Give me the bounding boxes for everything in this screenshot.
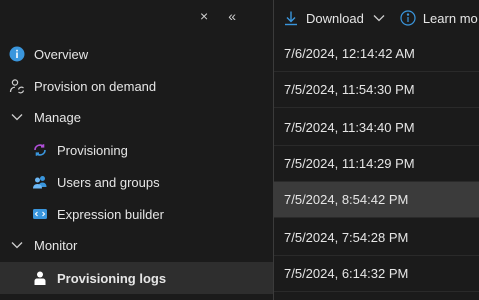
log-row[interactable]: 7/5/2024, 7:54:28 PM: [274, 220, 479, 256]
download-label: Download: [306, 10, 364, 26]
sidebar-item-provisioning[interactable]: Provisioning: [0, 134, 286, 166]
toolbar: Download Learn mo: [274, 0, 479, 36]
provisioning-icon: [32, 142, 48, 158]
collapse-icon[interactable]: «: [228, 8, 236, 24]
users-icon: [32, 174, 48, 190]
user-log-icon: [32, 270, 48, 286]
sidebar-controls: × «: [200, 8, 236, 24]
info-icon: [400, 10, 416, 26]
sidebar-item-label: Users and groups: [57, 174, 160, 190]
log-row[interactable]: 7/5/2024, 11:34:40 PM: [274, 110, 479, 146]
close-icon[interactable]: ×: [200, 8, 208, 24]
sidebar: × « Overview Provision on demand Manage: [0, 0, 286, 300]
sidebar-group-manage[interactable]: Manage: [0, 101, 263, 133]
log-row-selected[interactable]: 7/5/2024, 8:54:42 PM: [274, 182, 479, 218]
log-row[interactable]: 7/5/2024, 6:14:32 PM: [274, 256, 479, 292]
sidebar-item-provision-on-demand[interactable]: Provision on demand: [0, 70, 263, 102]
log-date: 7/5/2024, 11:34:40 PM: [284, 120, 415, 135]
log-row[interactable]: 7/5/2024, 11:54:30 PM: [274, 72, 479, 108]
download-button[interactable]: Download: [274, 10, 387, 26]
sidebar-group-label: Monitor: [34, 237, 78, 253]
sidebar-item-users-and-groups[interactable]: Users and groups: [0, 166, 286, 198]
sidebar-item-label: Provisioning: [57, 142, 128, 158]
sidebar-item-expression-builder[interactable]: Expression builder: [0, 198, 286, 230]
chevron-down-icon: [371, 10, 387, 26]
log-date: 7/6/2024, 12:14:42 AM: [284, 46, 415, 61]
log-date: 7/5/2024, 11:54:30 PM: [284, 82, 415, 97]
log-date: 7/5/2024, 8:54:42 PM: [284, 192, 409, 207]
log-date: 7/5/2024, 11:14:29 PM: [284, 156, 415, 171]
sidebar-item-label: Provision on demand: [34, 78, 157, 94]
sidebar-item-provisioning-logs[interactable]: Provisioning logs: [0, 262, 286, 294]
log-date: 7/5/2024, 7:54:28 PM: [284, 230, 409, 245]
sidebar-item-label: Expression builder: [57, 206, 164, 222]
log-date: 7/5/2024, 6:14:32 PM: [284, 266, 409, 281]
sidebar-group-label: Manage: [34, 109, 81, 125]
chevron-down-icon: [9, 237, 25, 253]
learn-more-button[interactable]: Learn mo: [387, 10, 478, 26]
app-root: × « Overview Provision on demand Manage: [0, 0, 479, 300]
learn-more-label: Learn mo: [422, 10, 478, 26]
logs-panel: Download Learn mo 7/6/2024, 12:14:42 AM …: [274, 0, 479, 300]
sidebar-group-monitor[interactable]: Monitor: [0, 229, 263, 261]
code-icon: [32, 206, 48, 222]
log-row[interactable]: 7/5/2024, 11:14:29 PM: [274, 146, 479, 182]
chevron-down-icon: [9, 109, 25, 125]
log-row[interactable]: 7/6/2024, 12:14:42 AM: [274, 36, 479, 72]
sidebar-item-label: Overview: [34, 46, 89, 62]
sidebar-item-label: Provisioning logs: [57, 270, 167, 286]
sidebar-item-overview[interactable]: Overview: [0, 38, 263, 70]
user-sync-icon: [9, 78, 25, 94]
download-icon: [283, 10, 299, 26]
info-icon: [9, 46, 25, 62]
